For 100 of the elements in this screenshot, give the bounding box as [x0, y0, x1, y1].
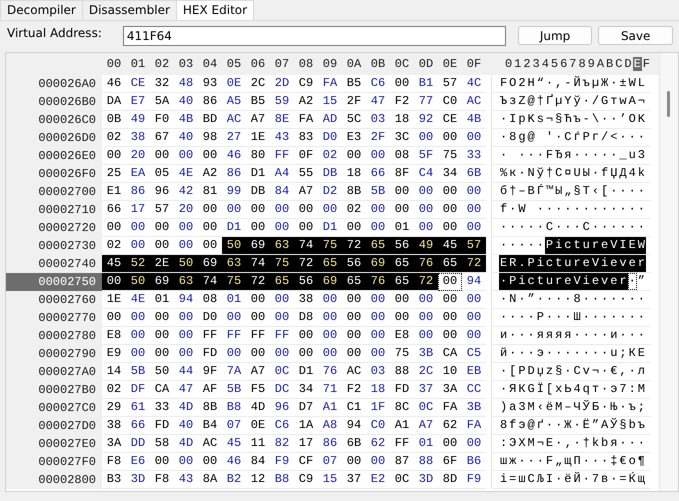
byte-cell[interactable]: 69 [150, 273, 174, 291]
byte-cell[interactable]: C1 [342, 399, 366, 417]
byte-cell[interactable]: B1 [414, 75, 438, 93]
byte-cell[interactable]: D8 [294, 309, 318, 327]
byte-cell[interactable]: 00 [366, 201, 390, 219]
byte-cell[interactable]: 74 [294, 237, 318, 255]
byte-cell[interactable]: 07 [222, 417, 246, 435]
byte-cell[interactable]: 11 [246, 435, 270, 453]
byte-cell[interactable]: 0E [246, 417, 270, 435]
byte-cell[interactable]: 14 [102, 363, 126, 381]
byte-cell[interactable]: 20 [174, 201, 198, 219]
byte-cell[interactable]: 45 [222, 435, 246, 453]
byte-cell[interactable]: 65 [318, 255, 342, 273]
byte-cell[interactable]: DF [126, 381, 150, 399]
byte-cell[interactable]: 49 [126, 111, 150, 129]
byte-cell[interactable]: 00 [174, 327, 198, 345]
byte-cell[interactable]: 92 [414, 111, 438, 129]
byte-cell[interactable]: A7 [414, 417, 438, 435]
byte-cell[interactable]: DC [270, 381, 294, 399]
byte-cell[interactable]: 00 [174, 345, 198, 363]
byte-cell[interactable]: 34 [294, 381, 318, 399]
byte-cell[interactable]: A4 [270, 165, 294, 183]
byte-cell[interactable]: 66 [126, 417, 150, 435]
byte-cell[interactable]: CF [294, 453, 318, 471]
byte-cell[interactable]: 25 [102, 165, 126, 183]
byte-cell[interactable]: 75 [318, 237, 342, 255]
byte-cell[interactable]: CE [438, 111, 462, 129]
byte-cell[interactable]: 00 [102, 147, 126, 165]
byte-cell[interactable]: 00 [438, 273, 462, 291]
byte-cell[interactable]: 00 [390, 75, 414, 93]
byte-cell[interactable]: 00 [438, 201, 462, 219]
byte-cell[interactable]: 00 [198, 219, 222, 237]
byte-cell[interactable]: D1 [318, 219, 342, 237]
byte-cell[interactable]: 8A [198, 471, 222, 489]
byte-cell[interactable]: B8 [222, 399, 246, 417]
byte-cell[interactable]: 02 [102, 381, 126, 399]
byte-cell[interactable]: 00 [366, 309, 390, 327]
byte-cell[interactable]: FD [198, 345, 222, 363]
byte-cell[interactable]: 49 [414, 237, 438, 255]
byte-cell[interactable]: 0F [294, 147, 318, 165]
byte-cell[interactable]: 75 [390, 345, 414, 363]
byte-cell[interactable]: FA [462, 417, 486, 435]
byte-cell[interactable]: 4D [174, 435, 198, 453]
byte-cell[interactable]: 00 [102, 273, 126, 291]
byte-cell[interactable]: CA [150, 381, 174, 399]
byte-cell[interactable]: 00 [366, 327, 390, 345]
byte-cell[interactable]: 00 [318, 291, 342, 309]
byte-cell[interactable]: 4C [462, 75, 486, 93]
byte-cell[interactable]: 00 [150, 237, 174, 255]
byte-cell[interactable]: 27 [222, 129, 246, 147]
byte-cell[interactable]: 34 [438, 165, 462, 183]
byte-cell[interactable]: 65 [342, 273, 366, 291]
byte-cell[interactable]: 17 [126, 201, 150, 219]
byte-cell[interactable]: 00 [270, 201, 294, 219]
byte-cell[interactable]: 56 [294, 273, 318, 291]
byte-cell[interactable]: F9 [270, 453, 294, 471]
byte-cell[interactable]: 46 [102, 75, 126, 93]
byte-cell[interactable]: 50 [174, 255, 198, 273]
byte-cell[interactable]: E2 [366, 471, 390, 489]
byte-cell[interactable]: 1F [366, 399, 390, 417]
byte-cell[interactable]: 00 [438, 129, 462, 147]
byte-cell[interactable]: 69 [246, 237, 270, 255]
byte-cell[interactable]: 66 [102, 201, 126, 219]
scrollbar[interactable] [659, 53, 678, 491]
byte-cell[interactable]: 62 [366, 435, 390, 453]
byte-cell[interactable]: 93 [198, 75, 222, 93]
byte-cell[interactable]: B5 [342, 75, 366, 93]
byte-cell[interactable]: 4E [174, 165, 198, 183]
byte-cell[interactable]: AC [198, 435, 222, 453]
byte-cell[interactable]: 40 [174, 93, 198, 111]
byte-cell[interactable]: D0 [198, 309, 222, 327]
byte-cell[interactable]: 18 [342, 165, 366, 183]
byte-cell[interactable]: 00 [102, 309, 126, 327]
byte-cell[interactable]: 00 [294, 201, 318, 219]
byte-cell[interactable]: C9 [294, 471, 318, 489]
byte-cell[interactable]: 00 [414, 183, 438, 201]
byte-cell[interactable]: 00 [126, 219, 150, 237]
byte-cell[interactable]: FF [222, 327, 246, 345]
byte-cell[interactable]: 4D [174, 399, 198, 417]
byte-cell[interactable]: D0 [318, 129, 342, 147]
byte-cell[interactable]: 65 [366, 237, 390, 255]
byte-cell[interactable]: 18 [390, 111, 414, 129]
tab[interactable]: Decompiler [0, 0, 83, 19]
byte-cell[interactable]: 00 [270, 219, 294, 237]
byte-cell[interactable]: 00 [126, 345, 150, 363]
byte-cell[interactable]: 45 [438, 237, 462, 255]
byte-cell[interactable]: F8 [102, 453, 126, 471]
byte-cell[interactable]: 00 [390, 183, 414, 201]
byte-cell[interactable]: 18 [366, 381, 390, 399]
byte-cell[interactable]: 86 [222, 165, 246, 183]
byte-cell[interactable]: 00 [198, 201, 222, 219]
byte-cell[interactable]: CC [462, 381, 486, 399]
byte-cell[interactable]: BD [198, 111, 222, 129]
byte-cell[interactable]: B6 [462, 453, 486, 471]
byte-cell[interactable]: 42 [174, 183, 198, 201]
byte-cell[interactable]: 00 [246, 201, 270, 219]
byte-cell[interactable]: 86 [126, 183, 150, 201]
byte-cell[interactable]: 75 [438, 147, 462, 165]
byte-cell[interactable]: 00 [438, 183, 462, 201]
byte-cell[interactable]: AC [222, 111, 246, 129]
